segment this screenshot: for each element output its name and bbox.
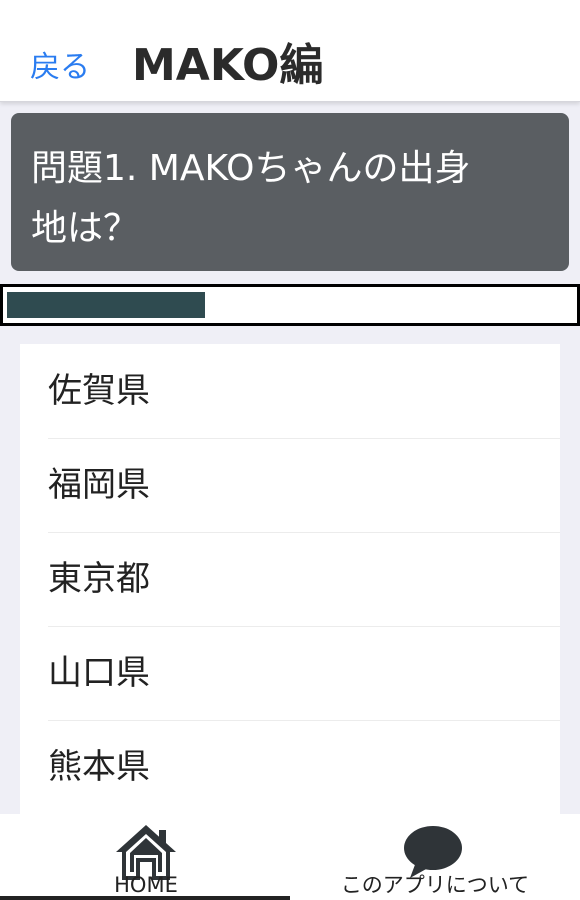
choice-item[interactable]: 佐賀県 bbox=[20, 344, 560, 438]
header: 戻る MAKO編 bbox=[0, 0, 580, 102]
back-button[interactable]: 戻る bbox=[30, 48, 90, 88]
question-line-2: 地は？ bbox=[31, 208, 140, 249]
choice-item[interactable]: 福岡県 bbox=[20, 438, 560, 532]
tab-about-label: このアプリについて bbox=[340, 873, 530, 897]
app: 戻る MAKO編 問題1. MAKOちゃんの出身 地は？ 佐賀県 福岡県 東京都… bbox=[0, 0, 580, 900]
choice-item[interactable]: 山口県 bbox=[20, 626, 560, 720]
progress-bar bbox=[0, 284, 580, 326]
question-line-1: 問題1. MAKOちゃんの出身 bbox=[31, 148, 471, 189]
tab-home-label: HOME bbox=[114, 873, 178, 897]
progress-fill bbox=[7, 292, 205, 318]
question-text: 問題1. MAKOちゃんの出身 地は？ bbox=[31, 139, 547, 259]
tab-about[interactable]: このアプリについて bbox=[290, 814, 580, 900]
choice-item[interactable]: 東京都 bbox=[20, 532, 560, 626]
tab-bar: HOME このアプリについて bbox=[0, 814, 580, 900]
tab-active-indicator bbox=[0, 896, 290, 900]
question-card: 問題1. MAKOちゃんの出身 地は？ bbox=[11, 113, 569, 271]
page-title: MAKO編 bbox=[132, 40, 324, 91]
choice-list: 佐賀県 福岡県 東京都 山口県 熊本県 bbox=[20, 344, 560, 814]
choice-item[interactable]: 熊本県 bbox=[20, 720, 560, 814]
tab-home[interactable]: HOME bbox=[0, 814, 290, 900]
